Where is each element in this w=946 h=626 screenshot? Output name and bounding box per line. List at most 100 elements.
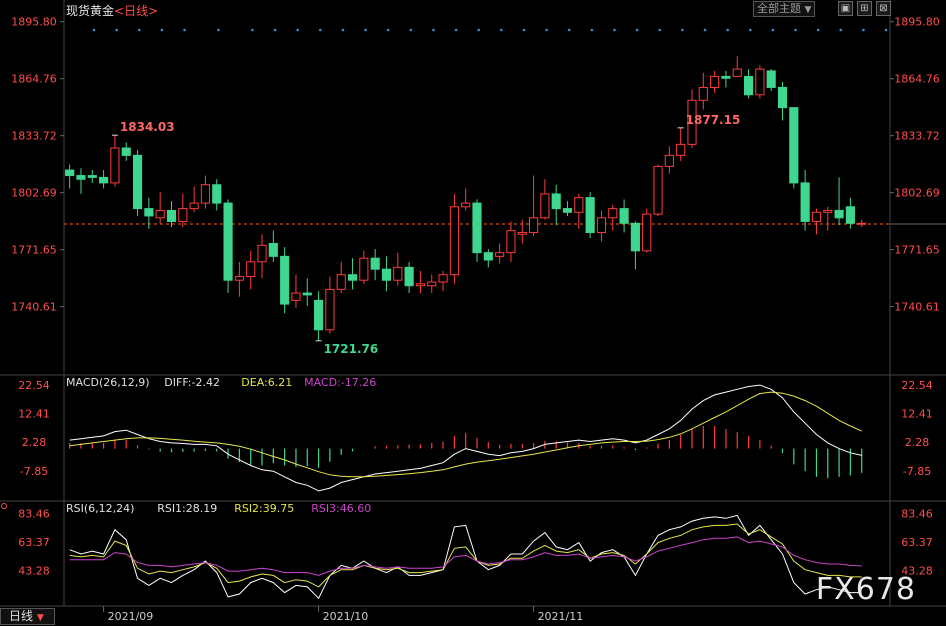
macd-tick-right: -7.85	[903, 465, 931, 478]
rsi-tick-right: 83.46	[901, 507, 933, 520]
marker-dot	[115, 28, 118, 32]
candle-body	[823, 209, 833, 213]
theme-select-button[interactable]: 全部主题 ▼	[753, 1, 816, 17]
candle-body	[110, 147, 120, 184]
candle-body	[800, 182, 810, 222]
macd-dea-label: DEA:6.21	[241, 376, 292, 389]
price-tick-left: 1740.61	[11, 301, 57, 314]
marker-dot	[681, 28, 684, 32]
chevron-down-icon: ▼	[804, 5, 812, 15]
date-label: 2021/10	[323, 610, 369, 623]
price-tick-right: 1895.80	[894, 16, 940, 29]
macd-diff-label: DIFF:-2.42	[164, 376, 220, 389]
candle-body	[642, 213, 652, 252]
period-tag[interactable]: <日线>	[114, 4, 158, 18]
macd-tick-left: 2.28	[22, 436, 47, 449]
marker-dot	[386, 28, 390, 32]
marker-dot	[477, 28, 481, 32]
candle-body	[857, 222, 867, 225]
candle-body	[99, 176, 109, 184]
marker-dot	[273, 28, 277, 32]
candle-body	[517, 231, 527, 235]
marker-dot	[658, 28, 662, 32]
marker-dot	[432, 28, 435, 32]
candle-body	[698, 86, 708, 101]
candle-body	[596, 217, 607, 233]
candle-body	[268, 242, 278, 257]
candle-body	[845, 206, 855, 224]
marker-dot	[500, 28, 503, 32]
price-tick-right: 1740.61	[894, 301, 940, 314]
candle-body	[653, 165, 663, 215]
candle-body	[257, 244, 267, 263]
rsi3-line	[69, 536, 862, 576]
rsi2-label: RSI2:39.75	[234, 502, 294, 515]
marker-dot	[794, 28, 797, 32]
marker-dot	[862, 28, 865, 32]
candle-body	[676, 143, 686, 156]
candle-body	[732, 68, 742, 77]
candle-body	[246, 261, 256, 278]
marker-dot	[635, 28, 639, 32]
watermark-logo: FX678	[815, 572, 916, 607]
candle-body	[76, 175, 86, 180]
date-label: 2021/11	[538, 610, 584, 623]
candle-body	[608, 208, 618, 219]
restore-window-icon[interactable]: ▣	[838, 1, 853, 16]
marker-dot	[816, 28, 820, 32]
rsi-title: RSI(6,12,24)	[66, 502, 134, 515]
candle-body	[789, 107, 799, 184]
candle-body	[359, 257, 369, 281]
price-tick-left: 1833.72	[11, 130, 57, 143]
marker-dot	[137, 28, 141, 32]
candle-body	[121, 147, 131, 156]
layout-grid-icon[interactable]: ⊞	[857, 1, 872, 16]
rsi1-line	[69, 514, 862, 600]
marker-dot	[364, 28, 367, 32]
marker-dot	[454, 28, 458, 32]
candle-body	[404, 266, 414, 287]
macd-tick-right: 12.41	[901, 408, 933, 421]
candle-body	[461, 202, 471, 208]
candle-body	[291, 292, 301, 301]
candle-body	[664, 154, 674, 167]
candle-body	[302, 292, 312, 296]
candle-body	[574, 197, 584, 213]
candle-body	[755, 68, 765, 96]
candle-body	[427, 281, 437, 287]
candle-body	[155, 209, 165, 219]
price-tick-right: 1833.72	[894, 130, 940, 143]
candle-body	[630, 222, 640, 252]
candle-body	[743, 75, 754, 96]
marker-dot	[183, 28, 186, 32]
close-window-icon[interactable]: ⊠	[876, 1, 891, 16]
period-button[interactable]: 日线 ▼	[0, 608, 55, 625]
price-annotation-low: 1721.76	[324, 342, 379, 356]
candle-body	[721, 75, 731, 79]
marker-dot	[726, 28, 729, 32]
marker-dot	[748, 28, 752, 32]
candle-body	[495, 252, 505, 257]
marker-dot	[567, 28, 571, 32]
candle-body	[811, 211, 822, 222]
price-tick-right: 1864.76	[894, 73, 940, 86]
candle-body	[393, 266, 403, 281]
candle-body	[619, 208, 629, 224]
macd-title: MACD(26,12,9)	[66, 376, 150, 389]
macd-tick-left: 22.54	[18, 379, 50, 392]
marker-dot	[884, 28, 888, 32]
theme-label: 全部主题	[757, 2, 801, 15]
rsi1-label: RSI1:28.19	[157, 502, 217, 515]
date-label: 2021/09	[108, 610, 154, 623]
marker-dot	[160, 28, 164, 32]
candle-body	[562, 208, 573, 213]
rsi3-label: RSI3:46.60	[311, 502, 371, 515]
candle-body	[223, 202, 233, 281]
candle-body	[415, 283, 425, 287]
candle-body	[280, 255, 290, 305]
candle-body	[551, 193, 561, 210]
candle-body	[144, 208, 154, 217]
candle-body	[449, 206, 459, 276]
candle-body	[65, 169, 75, 177]
candle-body	[347, 274, 358, 281]
